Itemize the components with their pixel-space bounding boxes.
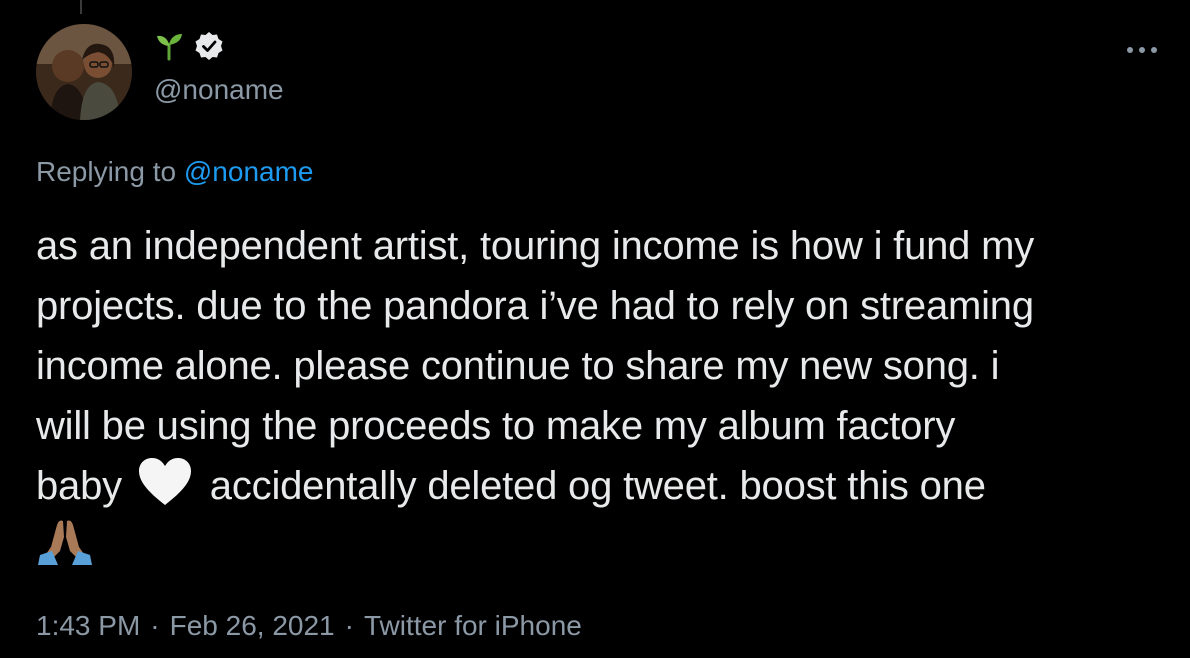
- tweet-detail: @noname Replying to @noname as an indepe…: [0, 0, 1190, 658]
- folded-hands-icon: [36, 517, 94, 567]
- avatar[interactable]: [36, 24, 132, 120]
- tweet-client-link[interactable]: Twitter for iPhone: [364, 610, 582, 641]
- replying-to-line: Replying to @noname: [36, 154, 313, 190]
- tweet-text-line: projects. due to the pandora i’ve had to…: [36, 284, 1034, 328]
- tweet-text-segment: accidentally deleted og tweet. boost thi…: [209, 464, 986, 508]
- meta-separator: ·: [344, 610, 354, 641]
- avatar-image: [36, 24, 132, 120]
- replying-to-mention-link[interactable]: @noname: [184, 156, 314, 187]
- tweet-text-line: as an independent artist, touring income…: [36, 224, 1035, 268]
- tweet-body: as an independent artist, touring income…: [36, 216, 1166, 576]
- tweet-date[interactable]: Feb 26, 2021: [170, 610, 335, 641]
- meta-separator: ·: [150, 610, 160, 641]
- replying-to-label: Replying to: [36, 156, 177, 187]
- tweet-text-line: income alone. please continue to share m…: [36, 344, 1000, 388]
- tweet-text-segment: baby: [36, 464, 122, 508]
- sprout-icon: [154, 31, 184, 61]
- thread-connector-line: [80, 0, 82, 14]
- display-name-row[interactable]: [154, 28, 224, 64]
- tweet-text-line: baby accidentally deleted og tweet. boos…: [36, 456, 1166, 516]
- tweet-text-line: [36, 516, 1166, 576]
- more-options-button[interactable]: [1122, 36, 1162, 64]
- user-handle[interactable]: @noname: [154, 72, 284, 108]
- tweet-time[interactable]: 1:43 PM: [36, 610, 140, 641]
- tweet-text-line: will be using the proceeds to make my al…: [36, 404, 956, 448]
- white-heart-icon: [137, 457, 193, 507]
- more-options-icon: [1127, 47, 1157, 53]
- verified-badge-icon: [194, 31, 224, 61]
- tweet-metadata: 1:43 PM · Feb 26, 2021 · Twitter for iPhone: [36, 606, 582, 646]
